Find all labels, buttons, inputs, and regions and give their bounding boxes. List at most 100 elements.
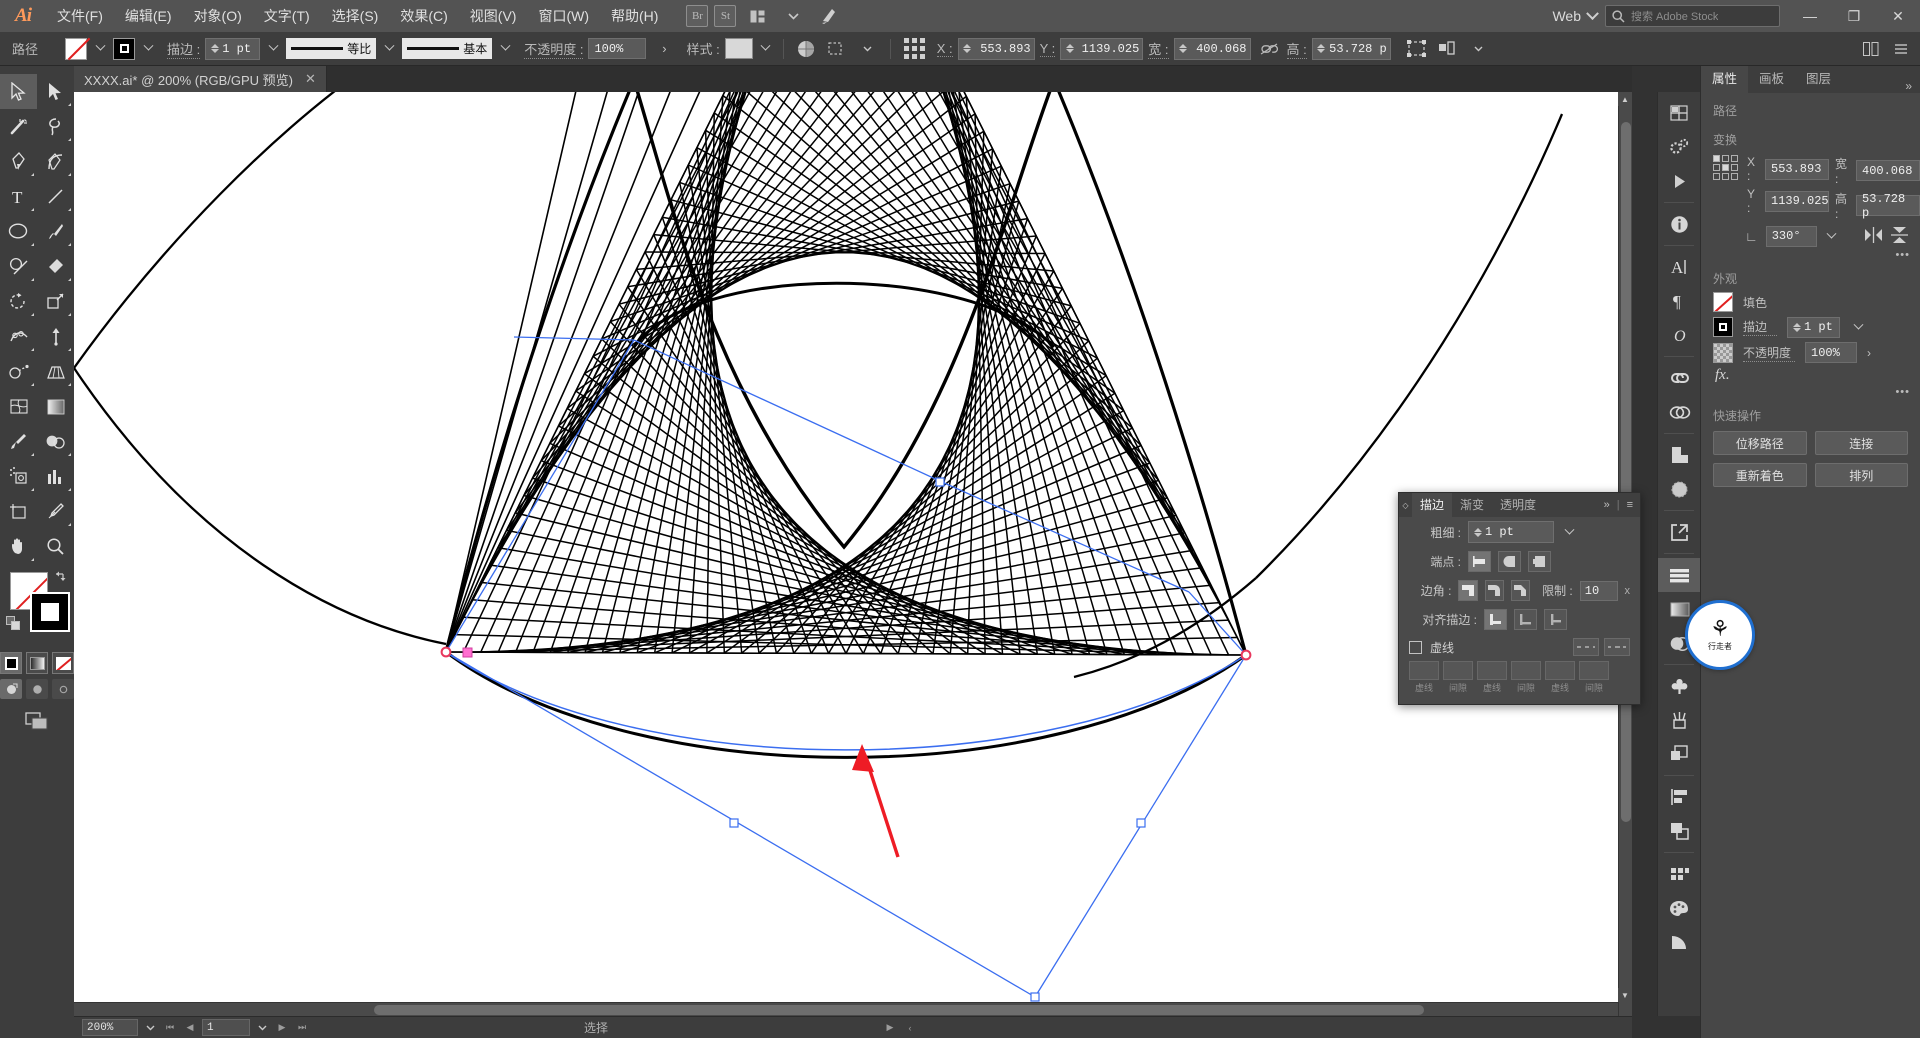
mesh-tool[interactable]: [0, 389, 37, 424]
dash-preserve-exact-icon[interactable]: [1573, 638, 1599, 656]
dash-field-1[interactable]: [1409, 661, 1439, 680]
actions-gear-icon[interactable]: [1658, 130, 1701, 164]
align-chevron-down-icon[interactable]: [1466, 37, 1492, 61]
stroke-color-swatch[interactable]: [30, 592, 70, 632]
color-mode-button[interactable]: [0, 652, 22, 674]
align-panel-dock-icon[interactable]: [1658, 558, 1701, 592]
scroll-up-arrow-icon[interactable]: ▲: [1618, 92, 1632, 106]
selection-tool[interactable]: [0, 74, 37, 109]
layers-dock-icon[interactable]: [1658, 737, 1701, 771]
appearance-opacity-field[interactable]: 100%: [1805, 342, 1857, 363]
style-chevron-down-icon[interactable]: [758, 38, 774, 60]
transform-more-options-icon[interactable]: •••: [1701, 249, 1920, 261]
reference-point-selector[interactable]: [900, 37, 932, 61]
scale-tool[interactable]: [37, 284, 74, 319]
workspace-switcher[interactable]: Web: [1545, 8, 1588, 24]
dash-field-3[interactable]: [1545, 661, 1575, 680]
brush-chevron-down-icon[interactable]: [497, 38, 513, 60]
links-icon[interactable]: [1658, 361, 1701, 395]
opacity-value[interactable]: 100%: [588, 38, 647, 59]
offset-path-button[interactable]: 位移路径: [1713, 431, 1807, 455]
brushes-icon[interactable]: [1658, 669, 1701, 703]
draw-inside-button[interactable]: [52, 679, 74, 699]
stroke-panel-weight-chevron-icon[interactable]: [1561, 521, 1577, 543]
stroke-panel-menu-icon[interactable]: ≡: [1627, 499, 1633, 511]
appearance-opacity-expand-icon[interactable]: ›: [1867, 346, 1871, 360]
swap-fill-stroke-icon[interactable]: [54, 570, 68, 584]
tab-gradient[interactable]: 渐变: [1452, 493, 1492, 517]
arrange-documents-layout-icon[interactable]: [1858, 37, 1884, 61]
select-similar-icon[interactable]: [824, 37, 850, 61]
miter-join-button[interactable]: [1458, 580, 1478, 601]
stroke-panel-weight-field[interactable]: 1 pt: [1468, 521, 1554, 543]
x-field[interactable]: 553.893: [957, 37, 1035, 60]
zoom-tool[interactable]: [37, 529, 74, 564]
shape-builder-tool[interactable]: [0, 354, 37, 389]
artboard-tool[interactable]: [0, 494, 37, 529]
gradient-mode-button[interactable]: [26, 652, 48, 674]
lasso-tool[interactable]: [37, 109, 74, 144]
gradient-tool[interactable]: [37, 389, 74, 424]
height-stepper[interactable]: [1316, 44, 1327, 53]
menu-file[interactable]: 文件(F): [46, 0, 114, 32]
menu-view[interactable]: 视图(V): [459, 0, 528, 32]
export-icon[interactable]: [1658, 515, 1701, 549]
perspective-grid-tool[interactable]: [37, 354, 74, 389]
gap-field-1[interactable]: [1443, 661, 1473, 680]
panel-grip-icon[interactable]: ◇: [1399, 501, 1412, 510]
artboard-chevron-down-icon[interactable]: [254, 1020, 270, 1036]
vertical-scroll-thumb[interactable]: [1621, 122, 1631, 822]
x-stepper[interactable]: [962, 44, 973, 53]
draw-behind-button[interactable]: [26, 679, 48, 699]
tab-transparency[interactable]: 透明度: [1492, 493, 1544, 517]
prop-width-field[interactable]: 400.068: [1856, 160, 1920, 181]
align-stroke-outside-button[interactable]: [1544, 609, 1567, 630]
recolor-button[interactable]: 重新着色: [1713, 463, 1807, 487]
tab-properties[interactable]: 属性: [1701, 66, 1749, 93]
column-graph-tool[interactable]: [37, 459, 74, 494]
flip-vertical-icon[interactable]: [1891, 226, 1908, 247]
stroke-panel-collapse-icon[interactable]: »: [1604, 499, 1610, 511]
home-logo-icon[interactable]: [814, 5, 844, 27]
constrain-proportions-icon[interactable]: [1256, 37, 1282, 61]
stock-search-input[interactable]: 搜索 Adobe Stock: [1605, 5, 1780, 27]
join-button[interactable]: 连接: [1814, 431, 1908, 455]
status-menu-icon[interactable]: ‹: [902, 1020, 918, 1036]
menu-object[interactable]: 对象(O): [183, 0, 253, 32]
stock-icon[interactable]: St: [714, 5, 737, 27]
width-field[interactable]: 400.068: [1173, 37, 1251, 60]
bevel-join-button[interactable]: [1510, 580, 1530, 601]
prev-artboard-icon[interactable]: ◀: [182, 1020, 198, 1036]
play-icon[interactable]: [1658, 164, 1701, 198]
eyedropper-tool[interactable]: [0, 424, 37, 459]
variable-width-profile[interactable]: 等比: [286, 38, 377, 59]
blend-tool[interactable]: [37, 424, 74, 459]
appearance-stroke-swatch[interactable]: [1713, 317, 1733, 337]
appearance-fx-button[interactable]: fx.: [1715, 367, 1730, 384]
arrange-button[interactable]: 排列: [1814, 463, 1908, 487]
free-transform-tool[interactable]: [37, 319, 74, 354]
change-screen-mode-button[interactable]: [22, 709, 52, 733]
tab-stroke[interactable]: 描边: [1412, 493, 1453, 517]
width-tool[interactable]: [0, 319, 37, 354]
appearance-stroke-chevron-down-icon[interactable]: [1850, 316, 1866, 338]
stroke-weight-chevron-down-icon[interactable]: [265, 38, 281, 60]
symbols-icon[interactable]: [1658, 395, 1701, 429]
control-panel-menu-icon[interactable]: [1888, 37, 1914, 61]
rotate-tool[interactable]: [0, 284, 37, 319]
align-stroke-inside-button[interactable]: [1514, 609, 1537, 630]
canvas-horizontal-scrollbar[interactable]: [74, 1002, 1618, 1016]
maximize-button[interactable]: ❐: [1832, 0, 1876, 32]
symbol-sprayer-tool[interactable]: [0, 459, 37, 494]
align-panel-icon[interactable]: [1435, 37, 1461, 61]
menu-help[interactable]: 帮助(H): [600, 0, 669, 32]
color-guide-icon[interactable]: [1658, 925, 1701, 959]
rotation-angle-field[interactable]: 330°: [1765, 225, 1817, 247]
transparency-icon[interactable]: [1658, 472, 1701, 506]
image-trace-icon[interactable]: [1658, 438, 1701, 472]
document-tab-close-icon[interactable]: ✕: [305, 71, 316, 87]
menu-select[interactable]: 选择(S): [321, 0, 390, 32]
stroke-weight-field[interactable]: 1 pt: [205, 37, 261, 60]
height-field[interactable]: 53.728 p: [1311, 37, 1391, 60]
scroll-down-arrow-icon[interactable]: ▼: [1618, 988, 1632, 1002]
